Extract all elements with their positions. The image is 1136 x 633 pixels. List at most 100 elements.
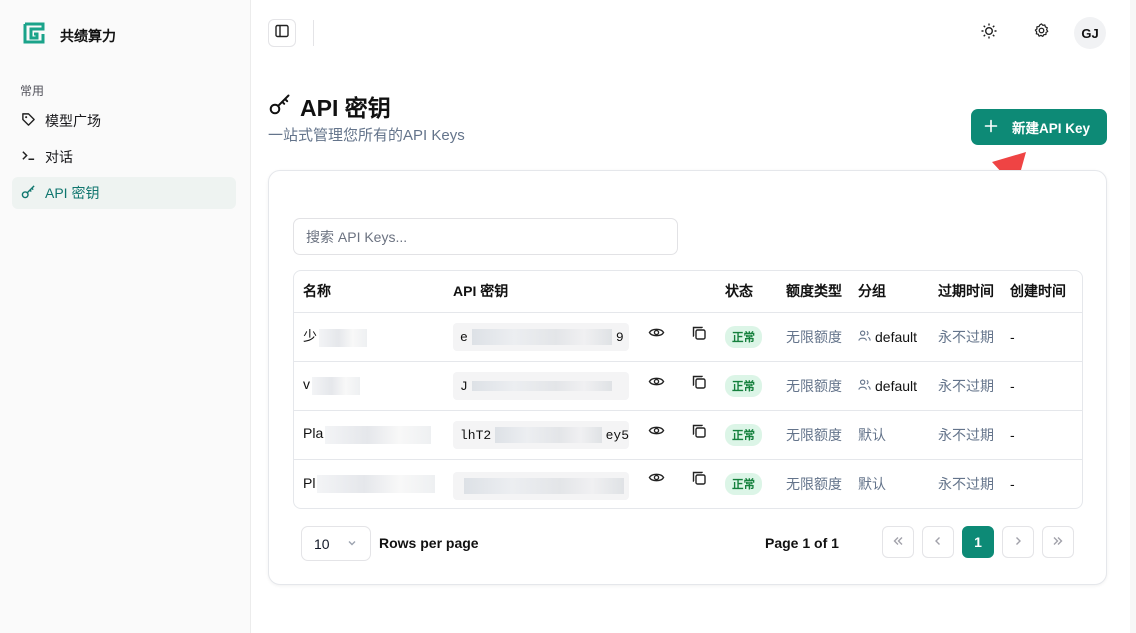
brand-name: 共绩算力 <box>60 27 116 44</box>
top-bar: GJ <box>252 0 1136 68</box>
redacted-text <box>495 427 602 443</box>
cell-name: Pl <box>294 459 444 508</box>
redacted-text <box>471 329 612 345</box>
chevrons-right-icon <box>1051 534 1065 551</box>
key-icon <box>21 184 36 202</box>
copy-icon[interactable] <box>689 372 709 392</box>
chevrons-left-icon <box>891 534 905 551</box>
column-header-status[interactable]: 状态 <box>716 271 777 313</box>
table-row[interactable]: Pla lhT2 ey5 正常 无限额度 默认 永不过期 - <box>294 410 1082 460</box>
status-badge: 正常 <box>725 423 762 446</box>
page-title-text: API 密钥 <box>300 95 391 121</box>
page-button-current[interactable]: 1 <box>962 526 994 558</box>
plus-icon <box>984 119 998 136</box>
cell-name: v <box>294 361 444 411</box>
settings-button[interactable] <box>1027 19 1055 47</box>
cell-key: lhT2 ey5 <box>444 410 716 460</box>
cell-expiry: 永不过期 <box>929 410 1001 460</box>
cell-key: e9 <box>444 312 716 362</box>
page-title: API 密钥 <box>268 89 391 123</box>
cell-status: 正常 <box>716 459 777 508</box>
redacted-text <box>317 474 436 493</box>
cell-expiry: 永不过期 <box>929 361 1001 411</box>
redacted-text <box>464 478 624 494</box>
redacted-text <box>471 381 612 391</box>
adjacent-window-edge <box>1130 0 1136 633</box>
sun-icon <box>980 22 998 45</box>
cell-group: default <box>849 361 929 411</box>
api-keys-table: 名称 API 密钥 状态 额度类型 分组 过期时间 创建时间 少 e9 正常 无… <box>293 270 1083 509</box>
user-avatar[interactable]: GJ <box>1074 17 1106 49</box>
copy-icon[interactable] <box>689 421 709 441</box>
chevron-left-icon <box>931 534 945 551</box>
redacted-text <box>312 376 360 395</box>
page-info: Page 1 of 1 <box>765 535 839 551</box>
first-page-button[interactable] <box>882 526 914 558</box>
next-page-button[interactable] <box>1002 526 1034 558</box>
table-row[interactable]: Pl 正常 无限额度 默认 永不过期 - <box>294 459 1082 508</box>
table-row[interactable]: v J 正常 无限额度 default 永不过期 - <box>294 361 1082 411</box>
column-header-created[interactable]: 创建时间 <box>1001 271 1082 313</box>
cell-key <box>444 459 716 508</box>
copy-icon[interactable] <box>689 468 709 488</box>
chevron-down-icon <box>346 536 358 552</box>
api-key-value: lhT2 ey5 <box>453 421 629 449</box>
logo-icon <box>22 21 48 50</box>
tag-icon <box>21 112 36 130</box>
cell-group: 默认 <box>858 475 886 492</box>
users-icon <box>858 378 871 394</box>
page-subtitle: 一站式管理您所有的API Keys <box>268 127 465 144</box>
eye-icon[interactable] <box>647 322 667 342</box>
new-api-key-button[interactable]: 新建API Key <box>971 109 1107 145</box>
cell-expiry: 永不过期 <box>938 475 994 492</box>
sidebar-item-label: API 密钥 <box>45 185 100 201</box>
users-icon <box>858 329 871 345</box>
redacted-text <box>319 328 367 347</box>
sidebar-toggle-button[interactable] <box>268 19 296 47</box>
api-key-value: J <box>453 372 629 400</box>
api-key-value: e9 <box>453 323 629 351</box>
last-page-button[interactable] <box>1042 526 1074 558</box>
column-header-quota[interactable]: 额度类型 <box>777 271 849 313</box>
cell-group: 默认 <box>849 410 929 460</box>
previous-page-button[interactable] <box>922 526 954 558</box>
rows-per-page-value: 10 <box>314 535 330 552</box>
eye-icon[interactable] <box>647 420 667 440</box>
cell-key: J <box>444 361 716 411</box>
sidebar-toggle-icon <box>274 23 290 44</box>
column-header-group[interactable]: 分组 <box>849 271 929 313</box>
status-badge: 正常 <box>725 374 762 397</box>
header-divider <box>313 20 314 46</box>
cell-expiry: 永不过期 <box>929 312 1001 362</box>
cell-status: 正常 <box>716 312 777 362</box>
eye-icon[interactable] <box>647 371 667 391</box>
search-input[interactable] <box>293 218 678 255</box>
cell-created: - <box>1001 361 1082 411</box>
sidebar-item-api-keys[interactable]: API 密钥 <box>12 177 236 209</box>
table-row[interactable]: 少 e9 正常 无限额度 default 永不过期 - <box>294 312 1082 362</box>
copy-icon[interactable] <box>689 323 709 343</box>
sidebar: 共绩算力 常用 模型广场 对话 API 密钥 <box>0 0 251 633</box>
api-key-value <box>453 472 629 500</box>
brand[interactable]: 共绩算力 <box>22 21 116 50</box>
column-header-expiry[interactable]: 过期时间 <box>929 271 1001 313</box>
sidebar-item-model-plaza[interactable]: 模型广场 <box>12 105 236 137</box>
redacted-text <box>325 425 432 444</box>
cell-status: 正常 <box>716 410 777 460</box>
sidebar-item-chat[interactable]: 对话 <box>12 141 236 173</box>
rows-per-page-select[interactable]: 10 <box>301 526 371 561</box>
new-api-key-label: 新建API Key <box>1012 121 1091 136</box>
chevron-right-icon <box>1011 534 1025 551</box>
column-header-name[interactable]: 名称 <box>294 271 444 313</box>
rows-per-page-label: Rows per page <box>379 535 479 551</box>
cell-created: - <box>1001 410 1082 460</box>
cell-quota: 无限额度 <box>777 361 849 411</box>
cell-quota: 无限额度 <box>777 312 849 362</box>
column-header-key[interactable]: API 密钥 <box>444 271 716 313</box>
status-badge: 正常 <box>725 472 762 495</box>
api-keys-card: 名称 API 密钥 状态 额度类型 分组 过期时间 创建时间 少 e9 <box>268 170 1107 585</box>
eye-icon[interactable] <box>647 468 667 488</box>
theme-toggle-button[interactable] <box>975 19 1003 47</box>
key-icon <box>268 92 292 121</box>
cell-status: 正常 <box>716 361 777 411</box>
